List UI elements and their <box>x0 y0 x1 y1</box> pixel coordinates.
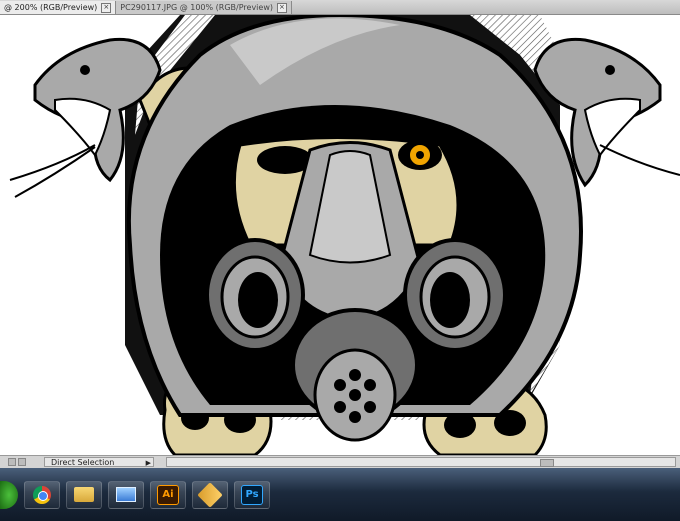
next-artboard-button[interactable] <box>18 458 26 466</box>
document-tab-bar: @ 200% (RGB/Preview) × PC290117.JPG @ 10… <box>0 0 680 15</box>
folder-icon <box>74 487 94 502</box>
artboard-navigation <box>8 458 26 466</box>
current-tool-dropdown[interactable]: Direct Selection ▶ <box>44 457 154 467</box>
start-button[interactable] <box>0 480 18 509</box>
gas-mask-illustration <box>9 15 680 455</box>
document-tab-label: @ 200% (RGB/Preview) <box>4 3 98 12</box>
scrollbar-thumb[interactable] <box>540 459 554 467</box>
taskbar-tool-button[interactable] <box>192 480 228 509</box>
status-bar: Direct Selection ▶ <box>0 455 680 468</box>
current-tool-label: Direct Selection <box>51 458 115 467</box>
photoshop-icon: Ps <box>241 484 263 505</box>
window-icon <box>116 487 136 502</box>
close-icon[interactable]: × <box>101 2 112 13</box>
tool-icon <box>197 481 223 508</box>
taskbar-illustrator-button[interactable]: Ai <box>150 480 186 509</box>
illustrator-icon: Ai <box>157 484 179 505</box>
taskbar-explorer-button[interactable] <box>66 480 102 509</box>
windows-taskbar: Ai Ps <box>0 468 680 521</box>
previous-artboard-button[interactable] <box>8 458 16 466</box>
taskbar-photoshop-button[interactable]: Ps <box>234 480 270 509</box>
chevron-right-icon: ▶ <box>145 459 151 467</box>
artboard-canvas[interactable] <box>0 15 680 455</box>
horizontal-scrollbar[interactable] <box>166 457 676 467</box>
taskbar-chrome-button[interactable] <box>24 480 60 509</box>
document-tab-active[interactable]: @ 200% (RGB/Preview) × <box>0 1 117 14</box>
taskbar-window-button[interactable] <box>108 480 144 509</box>
chrome-icon <box>33 485 51 504</box>
document-tab-label: PC290117.JPG @ 100% (RGB/Preview) <box>120 3 273 12</box>
document-tab-photo[interactable]: PC290117.JPG @ 100% (RGB/Preview) × <box>116 1 292 14</box>
close-icon[interactable]: × <box>276 2 287 13</box>
